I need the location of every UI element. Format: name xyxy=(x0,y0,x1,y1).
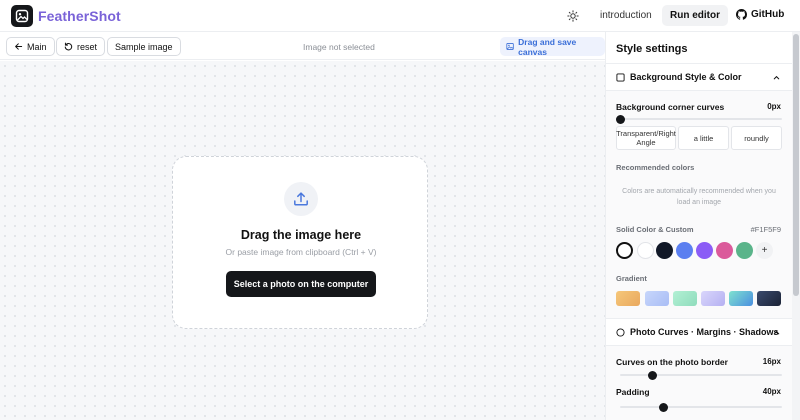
nav-run-editor-link[interactable]: Run editor xyxy=(662,5,728,26)
arrow-left-icon xyxy=(15,43,23,50)
swatch-green[interactable] xyxy=(736,242,753,259)
nav-github-link[interactable]: GitHub xyxy=(736,9,784,20)
image-status-text: Image not selected xyxy=(303,42,375,52)
nav-introduction-link[interactable]: introduction xyxy=(600,10,652,21)
editor-canvas[interactable]: Drag the image here Or paste image from … xyxy=(0,61,605,420)
background-section-header[interactable]: Background Style & Color xyxy=(606,63,792,91)
panel-title: Style settings xyxy=(616,43,688,55)
background-section-title: Background Style & Color xyxy=(630,72,742,82)
drop-zone-subtitle: Or paste image from clipboard (Ctrl + V) xyxy=(225,247,377,257)
panel-scrollbar-thumb[interactable] xyxy=(793,34,799,296)
sample-image-button-label: Sample image xyxy=(115,41,173,52)
main-button-label: Main xyxy=(27,41,47,52)
photo-section-header[interactable]: Photo Curves · Margins · Shadows xyxy=(606,318,792,346)
gradient-swatch-mint[interactable] xyxy=(673,291,697,306)
padding-label: Padding xyxy=(616,387,650,397)
square-icon xyxy=(616,72,625,82)
gradient-label: Gradient xyxy=(616,274,647,283)
padding-slider[interactable] xyxy=(620,406,782,408)
add-custom-color-button[interactable]: + xyxy=(756,242,773,259)
recommended-colors-hint: Colors are automatically recommended whe… xyxy=(622,188,776,206)
solid-color-hex: #F1F5F9 xyxy=(750,225,781,234)
swatch-selected[interactable] xyxy=(616,242,633,259)
photo-curves-label: Curves on the photo border xyxy=(616,357,728,367)
app-name[interactable]: FeatherShot xyxy=(38,8,121,24)
gradient-swatch-navy[interactable] xyxy=(757,291,781,306)
app-header: FeatherShot introduction Run editor GitH… xyxy=(0,0,800,32)
nav-github-label: GitHub xyxy=(751,9,785,20)
circle-icon xyxy=(616,327,625,337)
image-drop-zone[interactable]: Drag the image here Or paste image from … xyxy=(172,156,428,329)
swatch-blue[interactable] xyxy=(676,242,693,259)
main-button[interactable]: Main xyxy=(6,37,55,56)
corner-option-a-little[interactable]: a little xyxy=(678,126,729,150)
drag-save-canvas-button[interactable]: Drag and save canvas xyxy=(500,36,605,57)
chevron-up-icon[interactable] xyxy=(772,328,781,337)
style-settings-panel: Style settings Background Style & Color … xyxy=(605,32,792,420)
select-photo-button[interactable]: Select a photo on the computer xyxy=(226,271,376,297)
save-canvas-icon xyxy=(506,42,514,51)
corner-curves-slider-thumb[interactable] xyxy=(615,115,625,124)
editor-toolbar: Main reset Sample image Image not select… xyxy=(0,32,605,60)
gradient-swatch-lavender[interactable] xyxy=(701,291,725,306)
upload-icon xyxy=(284,182,318,216)
drag-save-canvas-label: Drag and save canvas xyxy=(518,36,577,57)
corner-curves-value: 0px xyxy=(767,102,781,111)
swatch-pink[interactable] xyxy=(716,242,733,259)
photo-curves-slider-thumb[interactable] xyxy=(647,371,657,380)
padding-slider-thumb[interactable] xyxy=(659,403,669,412)
swatch-purple[interactable] xyxy=(696,242,713,259)
sample-image-button[interactable]: Sample image xyxy=(107,37,181,56)
app-logo-icon[interactable] xyxy=(11,5,33,27)
gradient-swatch-teal[interactable] xyxy=(729,291,753,306)
reset-button-label: reset xyxy=(77,41,98,52)
corner-option-roundly[interactable]: roundly xyxy=(731,126,782,150)
corner-curves-slider[interactable] xyxy=(620,118,782,120)
corner-option-right-angle[interactable]: Transparent/Right Angle xyxy=(616,126,676,150)
solid-color-label: Solid Color & Custom xyxy=(616,225,694,234)
corner-curves-label: Background corner curves xyxy=(616,102,725,112)
background-section-body: Background corner curves 0px Transparent… xyxy=(606,91,792,321)
reset-icon xyxy=(64,42,73,51)
photo-curves-value: 16px xyxy=(762,357,781,366)
photo-section-title: Photo Curves · Margins · Shadows xyxy=(630,327,779,337)
gradient-swatch-orange[interactable] xyxy=(616,291,640,306)
photo-curves-slider[interactable] xyxy=(620,374,782,376)
github-icon xyxy=(736,9,747,20)
recommended-colors-label: Recommended colors xyxy=(616,163,695,172)
swatch-black[interactable] xyxy=(656,242,673,259)
theme-toggle-sun-icon[interactable] xyxy=(565,8,581,24)
reset-button[interactable]: reset xyxy=(56,37,106,56)
photo-section-body: Curves on the photo border 16px Padding … xyxy=(606,346,792,420)
padding-value: 40px xyxy=(762,387,781,396)
swatch-white[interactable] xyxy=(637,242,654,259)
gradient-swatch-blue[interactable] xyxy=(645,291,669,306)
chevron-up-icon[interactable] xyxy=(772,73,781,82)
drop-zone-title: Drag the image here xyxy=(240,228,362,242)
